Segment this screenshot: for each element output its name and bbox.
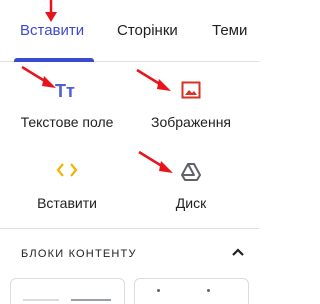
- annotation-arrow-icon: [45, 0, 57, 22]
- content-block-card[interactable]: [10, 278, 125, 304]
- text-box-tool[interactable]: Tт Текстове поле: [10, 78, 124, 134]
- chevron-up-icon[interactable]: [228, 242, 248, 262]
- active-tab-indicator: [14, 58, 94, 62]
- content-blocks-title: БЛОКИ КОНТЕНТУ: [21, 248, 137, 260]
- section-divider: [0, 228, 259, 229]
- image-tool[interactable]: Зображення: [132, 78, 250, 134]
- embed-code-icon: [56, 163, 78, 177]
- block-preview-line: [71, 299, 111, 301]
- text-box-icon: Tт: [55, 81, 75, 100]
- tab-insert[interactable]: Вставити: [20, 21, 84, 41]
- block-preview-dot: [157, 289, 160, 292]
- embed-tool[interactable]: Вставити: [10, 160, 124, 216]
- tab-bar: Вставити Сторінки Теми: [0, 0, 259, 62]
- tab-pages[interactable]: Сторінки: [117, 21, 178, 41]
- svg-text:Tт: Tт: [55, 81, 75, 100]
- embed-label: Вставити: [37, 195, 97, 211]
- block-preview-dot: [207, 289, 210, 292]
- image-icon: [181, 81, 201, 99]
- block-preview-line: [23, 299, 59, 301]
- image-label: Зображення: [150, 114, 232, 130]
- drive-tool[interactable]: Диск: [132, 160, 250, 216]
- content-block-card[interactable]: [134, 278, 249, 304]
- text-box-label: Текстове поле: [20, 114, 114, 130]
- tab-themes[interactable]: Теми: [212, 21, 247, 41]
- drive-label: Диск: [175, 195, 207, 211]
- google-drive-icon: [181, 163, 201, 181]
